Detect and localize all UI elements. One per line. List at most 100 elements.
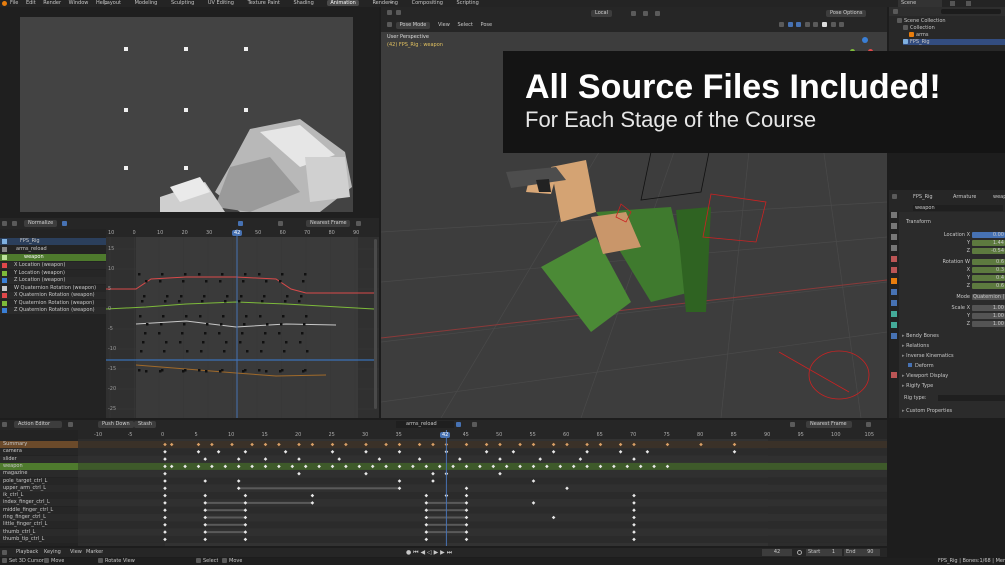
graph-keyframe[interactable] — [243, 323, 246, 326]
rotation-mode-select[interactable]: Quaternion (W — [972, 294, 1005, 300]
render-tab-icon[interactable] — [891, 223, 897, 229]
graph-keyframe[interactable] — [183, 323, 186, 326]
dopesheet-channel-row[interactable]: thumb_tip_ctrl_L — [0, 535, 78, 543]
proportional-icon[interactable] — [655, 11, 660, 16]
graph-keyframe[interactable] — [221, 273, 224, 276]
orientation-selector[interactable]: Local — [591, 10, 612, 17]
dopesheet-channel-row[interactable]: pole_target_ctrl_L — [0, 477, 78, 485]
graph-keyframe[interactable] — [261, 300, 264, 303]
deform-checkbox[interactable] — [908, 363, 912, 367]
data-tab-icon[interactable] — [891, 372, 897, 378]
end-frame-field[interactable]: End 90 — [844, 549, 880, 556]
fcurve-color-swatch[interactable] — [2, 278, 7, 283]
dopesheet-mode-selector[interactable]: Action Editor — [14, 421, 62, 428]
object-tab-icon[interactable] — [891, 278, 897, 284]
graph-keyframe[interactable] — [266, 323, 269, 326]
outliner-item-collection[interactable]: Collection — [903, 25, 935, 31]
timeline-menu-playback[interactable]: Playback — [16, 548, 38, 557]
tab-modeling[interactable]: Modeling — [135, 0, 158, 6]
graph-proportional-icon[interactable] — [356, 221, 361, 226]
tab-scripting[interactable]: Scripting — [457, 0, 479, 6]
graph-keyframe[interactable] — [263, 295, 266, 298]
wireframe-shading-icon[interactable] — [813, 22, 819, 27]
graph-keyframe[interactable] — [302, 370, 305, 373]
editor-type-icon[interactable] — [387, 22, 392, 27]
tab-shading[interactable]: Shading — [293, 0, 313, 6]
dopesheet-channel-row[interactable]: magazine — [0, 470, 78, 478]
graph-snap-selector[interactable]: Nearest Frame — [306, 220, 350, 227]
unlink-action-icon[interactable] — [472, 422, 477, 427]
tab-sculpting[interactable]: Sculpting — [171, 0, 194, 6]
graph-keyframe[interactable] — [226, 295, 229, 298]
graph-keyframe[interactable] — [180, 295, 183, 298]
gizmo-z-icon[interactable] — [862, 37, 868, 43]
pivot-icon[interactable] — [631, 11, 636, 16]
graph-keyframe[interactable] — [138, 273, 141, 276]
graph-keyframe[interactable] — [186, 350, 189, 353]
location-y-field[interactable]: 1.44 — [972, 240, 1005, 246]
graph-keyframe[interactable] — [184, 273, 187, 276]
properties-tab-armature[interactable]: Armature — [953, 194, 976, 200]
graph-keyframe[interactable] — [239, 341, 242, 344]
outliner-item-scene-collection[interactable]: Scene Collection — [897, 18, 946, 24]
menu-file[interactable]: File — [10, 0, 18, 6]
tool-tab-icon[interactable] — [891, 212, 897, 218]
graph-keyframe[interactable] — [205, 280, 208, 283]
dopesheet-channel-row[interactable]: upper_arm_ctrl_L — [0, 484, 78, 492]
add-workspace-icon[interactable]: + — [389, 0, 393, 7]
graph-keyframe[interactable] — [206, 323, 209, 326]
fcurve-color-swatch[interactable] — [2, 263, 7, 268]
outliner-filter-icon[interactable] — [893, 9, 898, 14]
section-inverse-kinematics[interactable]: Inverse Kinematics — [902, 353, 954, 359]
dopesheet-channel-row[interactable]: ik_ctrl_L — [0, 492, 78, 500]
tab-texture-paint[interactable]: Texture Paint — [248, 0, 280, 6]
graph-keyframe[interactable] — [284, 300, 287, 303]
dopesheet-channel-row[interactable]: weapon — [0, 462, 78, 470]
graph-keyframe[interactable] — [259, 315, 262, 318]
graph-keyframe[interactable] — [165, 341, 168, 344]
outliner-search-input[interactable] — [941, 9, 1001, 14]
graph-keyframe[interactable] — [265, 370, 268, 373]
section-bendy-bones[interactable]: Bendy Bones — [902, 333, 939, 339]
menu-edit[interactable]: Edit — [26, 0, 36, 6]
section-rigify-type[interactable]: Rigify Type — [902, 383, 933, 389]
properties-editor-icon[interactable] — [892, 194, 897, 199]
graph-keyframe[interactable] — [224, 300, 227, 303]
graph-keyframe[interactable] — [242, 370, 245, 373]
graph-editor-type-icon[interactable] — [2, 221, 7, 226]
fake-user-icon[interactable] — [456, 422, 461, 427]
bone-tab-icon[interactable] — [891, 322, 897, 328]
graph-keyframe[interactable] — [304, 273, 307, 276]
scale-y-field[interactable]: 1.00 — [972, 313, 1005, 319]
graph-keyframe[interactable] — [146, 323, 149, 326]
normalize-toggle[interactable]: Normalize — [24, 220, 58, 227]
graph-keyframe[interactable] — [303, 323, 306, 326]
graph-keyframe[interactable] — [204, 332, 207, 335]
blender-logo-icon[interactable] — [2, 1, 7, 6]
graph-keyframe[interactable] — [260, 350, 263, 353]
rendered-shading-icon[interactable] — [839, 22, 845, 27]
fcurve-color-swatch[interactable] — [2, 308, 7, 313]
graph-fcurve-channel[interactable]: W Quaternion Rotation (weapon) — [0, 284, 106, 292]
graph-keyframe[interactable] — [302, 280, 305, 283]
view-layer-icon-2[interactable] — [966, 1, 971, 6]
solid-shading-icon[interactable] — [821, 22, 827, 27]
graph-keyframe[interactable] — [163, 350, 166, 353]
jump-start-icon[interactable]: ⏮ — [413, 549, 418, 556]
graph-keyframe[interactable] — [138, 369, 141, 372]
graph-keyframe[interactable] — [258, 369, 261, 372]
graph-keyframe[interactable] — [220, 323, 223, 326]
timeline-menu-view[interactable]: View — [70, 548, 82, 557]
graph-keyframe[interactable] — [279, 280, 282, 283]
graph-keyframe[interactable] — [158, 332, 161, 335]
physics-tab-icon[interactable] — [891, 300, 897, 306]
location-z-field[interactable]: -0.54 — [972, 248, 1005, 254]
material-shading-icon[interactable] — [830, 22, 836, 27]
tab-uv-editing[interactable]: UV Editing — [208, 0, 234, 6]
graph-keyframe[interactable] — [298, 300, 301, 303]
dopesheet-channel-row[interactable]: little_finger_ctrl_L — [0, 521, 78, 529]
action-selector[interactable]: arms_reload — [396, 421, 454, 428]
view-layer-icon[interactable] — [950, 1, 955, 6]
graph-keyframe[interactable] — [238, 300, 241, 303]
menu-window[interactable]: Window — [69, 0, 89, 6]
